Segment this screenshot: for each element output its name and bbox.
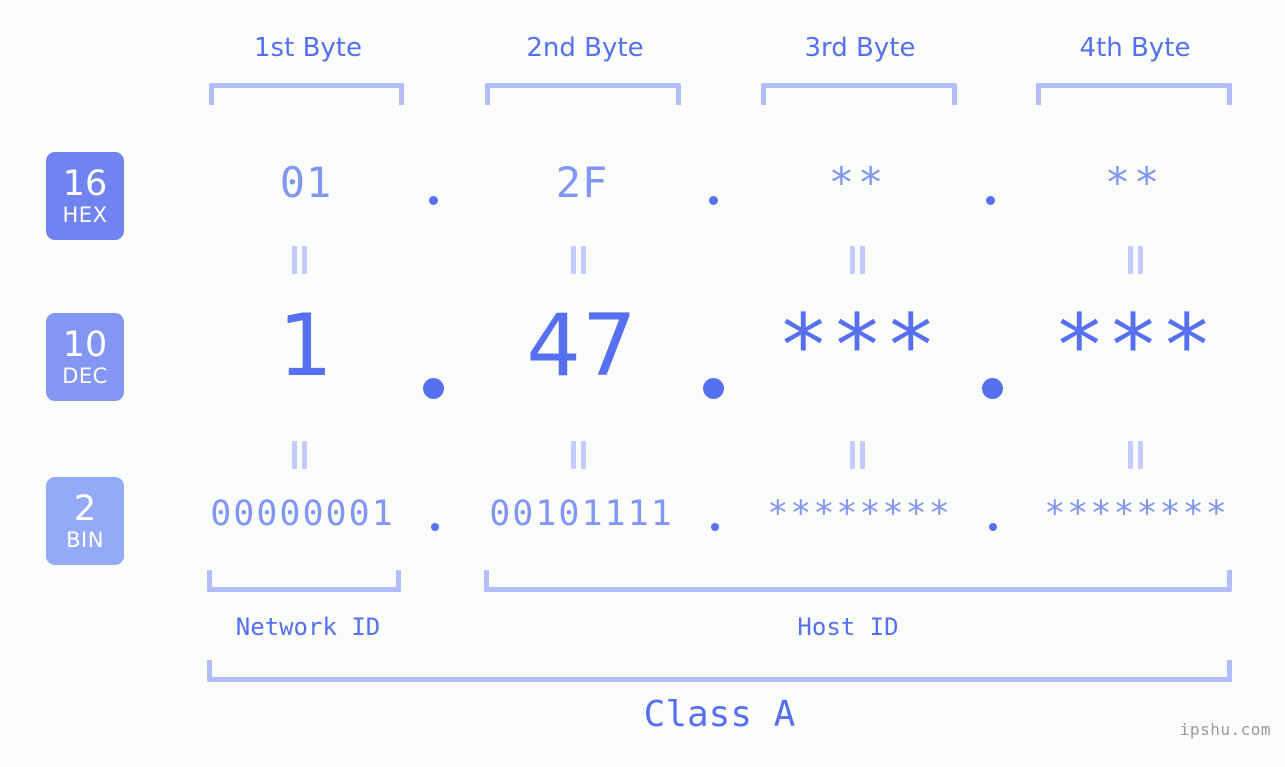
bin-dot-separator-1: [431, 523, 439, 531]
class-label: Class A: [643, 694, 796, 735]
dec-dot-separator-3: [982, 378, 1003, 399]
base-badge-hex[interactable]: 16 HEX: [46, 152, 124, 240]
base-badge-bin[interactable]: 2 BIN: [46, 477, 124, 565]
byte-bracket-top-3: [761, 83, 957, 105]
dec-dot-separator-2: [703, 378, 724, 399]
hex-dot-separator-1: [429, 196, 438, 205]
dec-dot-separator-1: [423, 378, 444, 399]
byte-header-label-2: 2nd Byte: [526, 33, 644, 63]
ip-byte-breakdown-diagram: 1st Byte 2nd Byte 3rd Byte 4th Byte 16 H…: [0, 0, 1285, 767]
hex-byte-1: 01: [279, 158, 333, 207]
host-id-bracket: [484, 570, 1232, 592]
bin-byte-4: ********: [1044, 494, 1229, 534]
byte-bracket-top-1: [209, 83, 404, 105]
equals-icon-hexdec-1: [292, 246, 309, 274]
base-badge-dec-number: 10: [62, 324, 108, 365]
host-id-label: Host ID: [797, 613, 899, 641]
base-badge-bin-number: 2: [73, 488, 97, 529]
byte-bracket-top-2: [485, 83, 681, 105]
base-badge-hex-number: 16: [62, 163, 108, 204]
bin-dot-separator-2: [711, 523, 719, 531]
dec-byte-2: 47: [526, 296, 638, 396]
hex-byte-4: **: [1104, 158, 1164, 207]
class-bracket: [207, 660, 1232, 682]
equals-icon-hexdec-4: [1128, 246, 1145, 274]
watermark: ipshu.com: [1179, 720, 1271, 739]
dec-byte-4: ***: [1053, 296, 1215, 396]
equals-icon-decbin-3: [850, 441, 867, 469]
bin-byte-3: ********: [767, 494, 952, 534]
byte-header-label-3: 3rd Byte: [804, 33, 916, 63]
equals-icon-hexdec-2: [571, 246, 588, 274]
equals-icon-decbin-4: [1128, 441, 1145, 469]
equals-icon-decbin-1: [292, 441, 309, 469]
byte-header-label-4: 4th Byte: [1079, 33, 1191, 63]
bin-byte-1: 00000001: [210, 494, 395, 534]
network-id-bracket: [207, 570, 401, 592]
base-badge-hex-caption: HEX: [62, 202, 108, 227]
hex-dot-separator-3: [986, 196, 995, 205]
dec-byte-3: ***: [777, 296, 939, 396]
equals-icon-decbin-2: [571, 441, 588, 469]
hex-dot-separator-2: [709, 196, 718, 205]
base-badge-dec[interactable]: 10 DEC: [46, 313, 124, 401]
bin-byte-2: 00101111: [489, 494, 674, 534]
network-id-label: Network ID: [235, 613, 381, 641]
hex-byte-2: 2F: [555, 158, 609, 207]
dec-byte-1: 1: [278, 296, 334, 396]
base-badge-dec-caption: DEC: [62, 363, 108, 388]
hex-byte-3: **: [828, 158, 888, 207]
base-badge-bin-caption: BIN: [66, 527, 104, 552]
byte-bracket-top-4: [1036, 83, 1232, 105]
byte-header-label-1: 1st Byte: [254, 33, 362, 63]
equals-icon-hexdec-3: [850, 246, 867, 274]
bin-dot-separator-3: [989, 523, 997, 531]
